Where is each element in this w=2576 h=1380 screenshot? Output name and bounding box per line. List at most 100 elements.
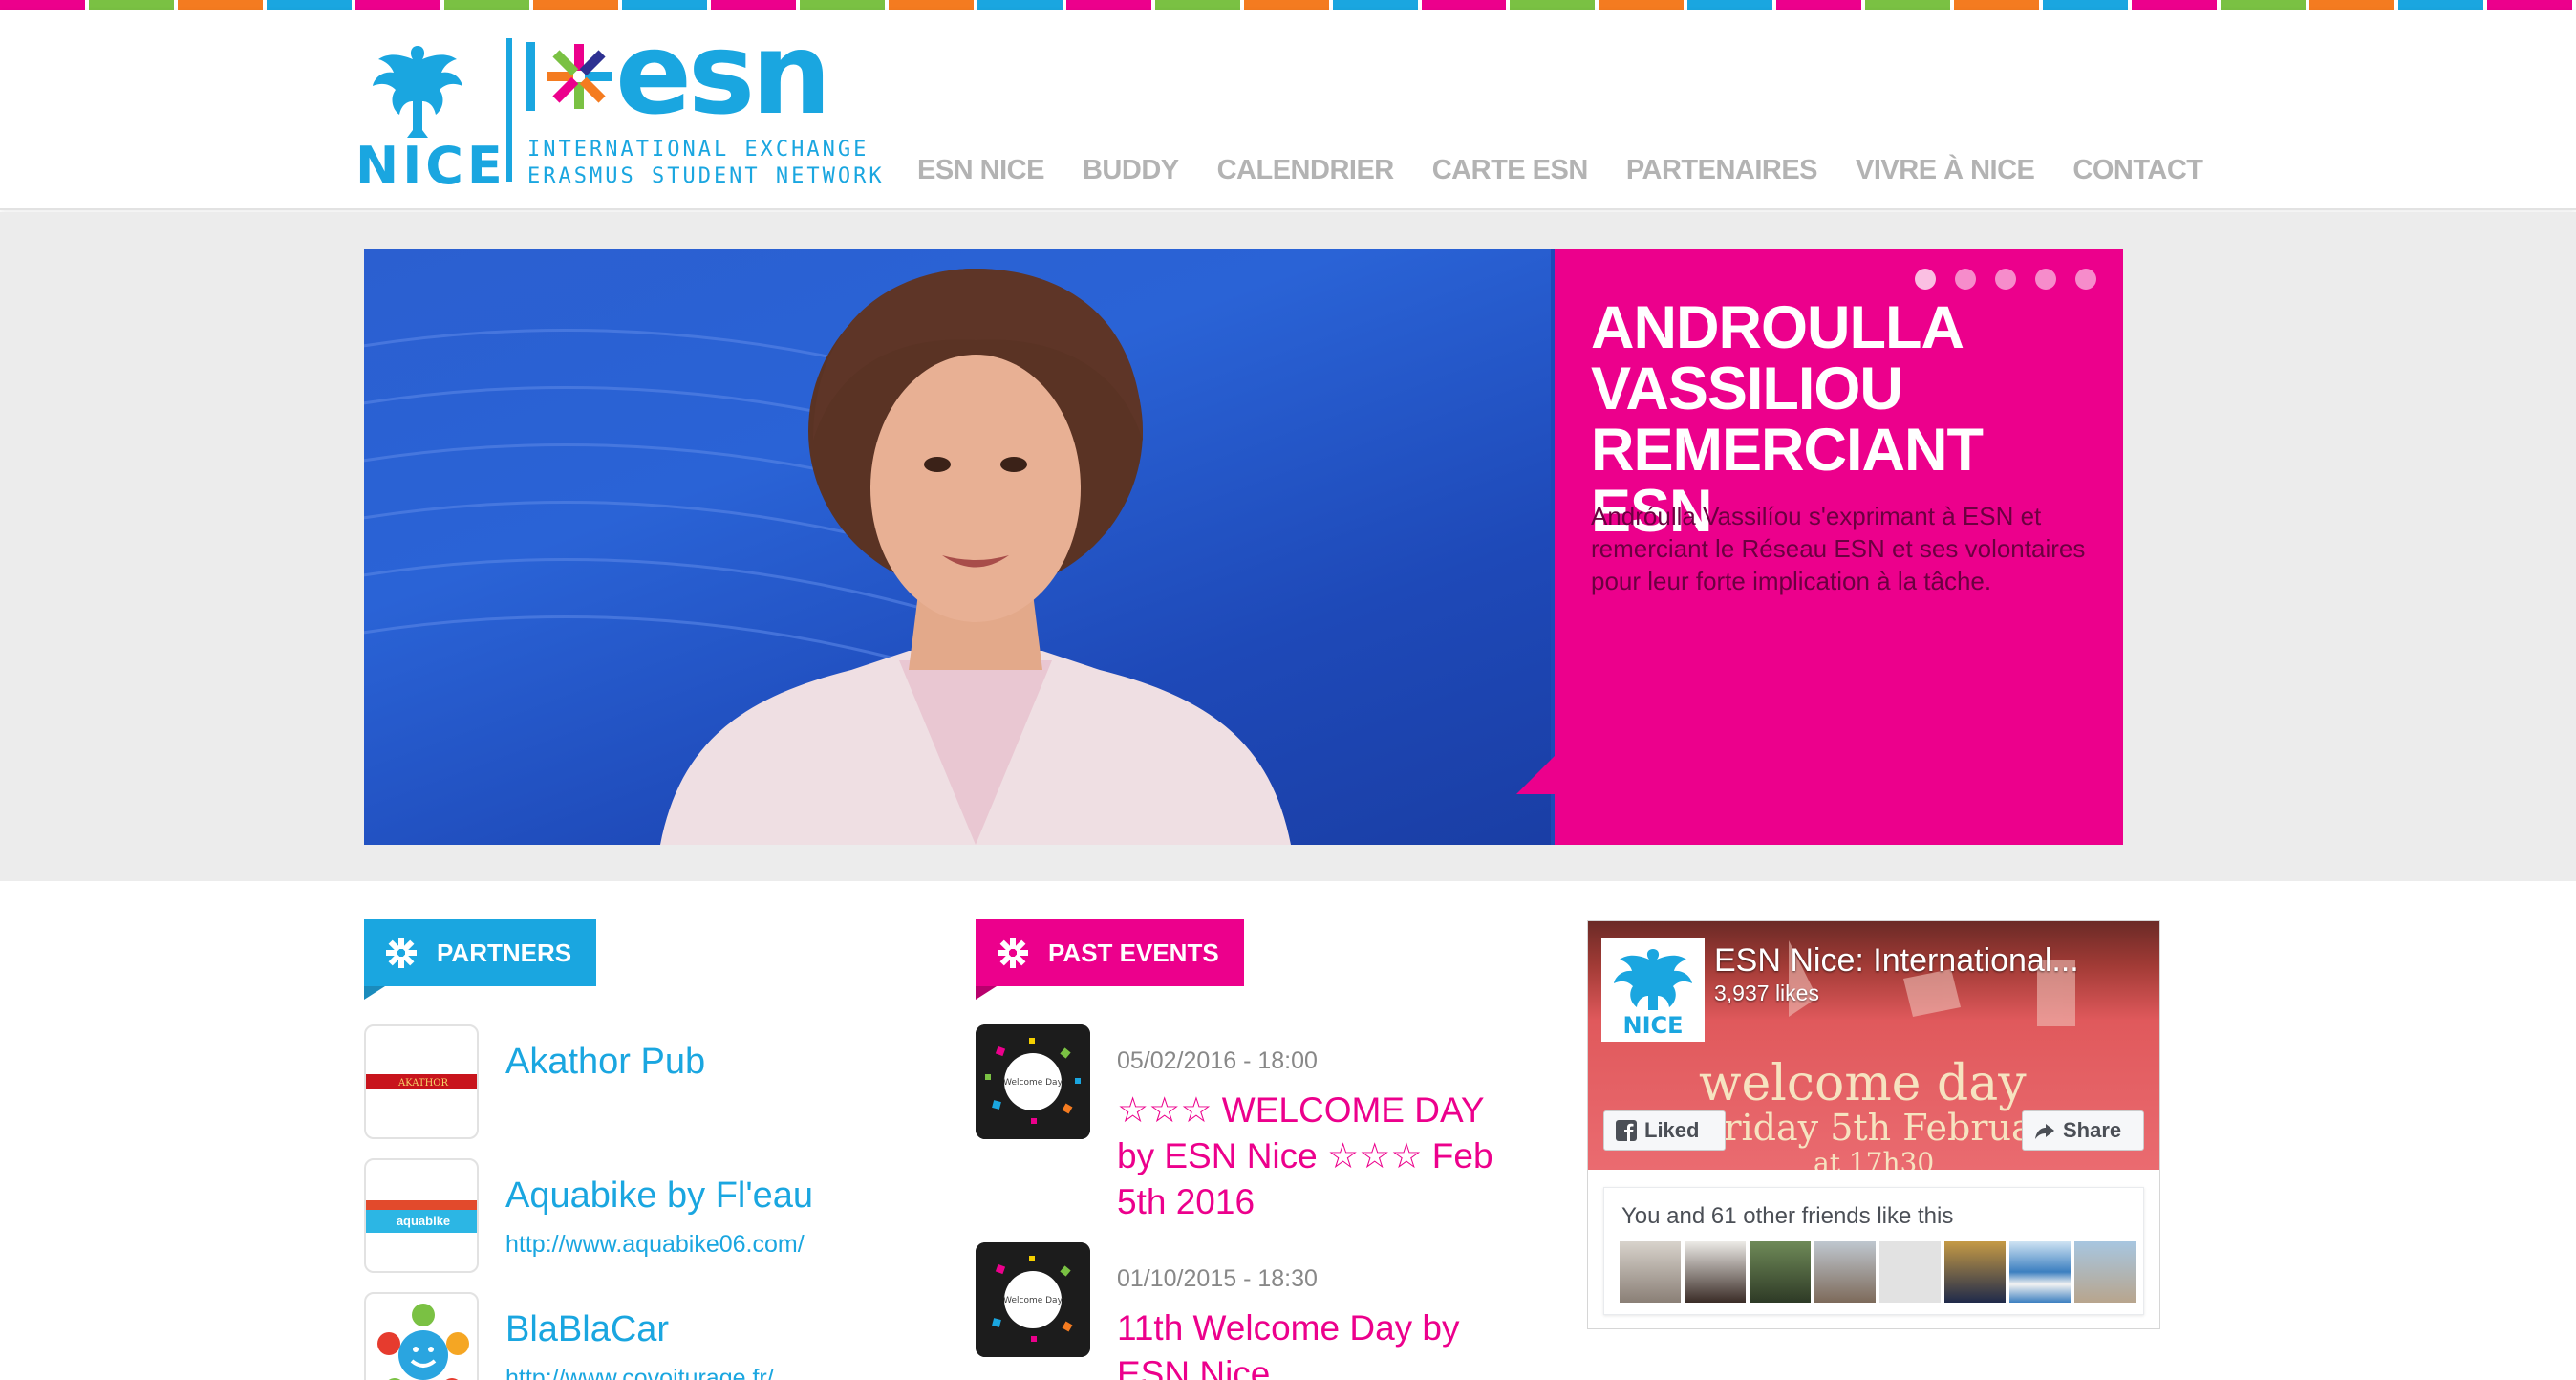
share-label: Share [2063, 1118, 2122, 1142]
slider-dot-3[interactable] [1995, 269, 2016, 290]
cover-text-line-1: welcome day [1699, 1055, 2027, 1112]
esn-star-icon [526, 42, 612, 111]
partner-logo[interactable] [364, 1292, 479, 1380]
color-strip-segment [443, 0, 529, 10]
facebook-liked-button[interactable]: Liked [1603, 1110, 1726, 1151]
color-strip-segment [2309, 0, 2395, 10]
panel-notch [1516, 756, 1555, 794]
color-strip-segment [1154, 0, 1240, 10]
partner-name[interactable]: BlaBlaCar [505, 1309, 669, 1350]
hero-description: Andróulla Vassilíou s'exprimant à ESN et… [1591, 502, 2086, 595]
partner-item[interactable]: AKATHOR Akathor Pub [364, 1024, 937, 1139]
eagle-icon: NICE [1614, 949, 1692, 1039]
event-date: 05/02/2016 - 18:00 [1117, 1047, 1318, 1074]
color-strip-segment [2043, 0, 2129, 10]
speaker-image [660, 269, 1291, 845]
nav-contact[interactable]: CONTACT [2072, 155, 2203, 186]
color-strip-segment [1332, 0, 1418, 10]
color-strip-segment [1865, 0, 1951, 10]
color-strip-segment [0, 0, 85, 10]
friend-avatar[interactable] [1879, 1241, 1941, 1303]
friend-avatar[interactable] [1685, 1241, 1746, 1303]
color-strip-segment [1065, 0, 1151, 10]
event-title[interactable]: 11th Welcome Day by ESN Nice [1117, 1305, 1518, 1380]
event-thumbnail[interactable]: Welcome Day [976, 1242, 1090, 1357]
color-strip-segment [2398, 0, 2484, 10]
facebook-cover-image[interactable]: welcome day Friday 5th Februa at 17h30 N… [1588, 921, 2159, 1170]
friend-avatar[interactable] [1750, 1241, 1811, 1303]
slider-dot-5[interactable] [2075, 269, 2096, 290]
event-title[interactable]: ☆☆☆ WELCOME DAY by ESN Nice ☆☆☆ Feb 5th … [1117, 1088, 1518, 1225]
facebook-page-widget: welcome day Friday 5th Februa at 17h30 N… [1587, 920, 2160, 1329]
friend-avatar[interactable] [1814, 1241, 1876, 1303]
nav-vivre-a-nice[interactable]: VIVRE À NICE [1856, 155, 2035, 186]
liked-label: Liked [1644, 1118, 1700, 1142]
partner-item[interactable]: BlaBlaCar http://www.covoiturage.fr/ [364, 1292, 937, 1380]
past-events-heading-label: PAST EVENTS [1048, 938, 1219, 967]
logo-brand-text: esn [615, 8, 831, 140]
nav-buddy[interactable]: BUDDY [1083, 155, 1179, 186]
logo-tagline-2: ERASMUS STUDENT NETWORK [527, 164, 885, 188]
site-logo[interactable]: NICE esn INTERNATIONAL EXCHANGE ERASMUS … [355, 17, 882, 196]
eagle-icon [373, 46, 462, 138]
color-strip-segment [177, 0, 263, 10]
slider-dot-2[interactable] [1955, 269, 1976, 290]
color-strip-segment [354, 0, 440, 10]
facebook-page-name[interactable]: ESN Nice: International... [1714, 942, 2079, 980]
color-strip-segment [1776, 0, 1862, 10]
akathor-logo-icon: AKATHOR [366, 1074, 477, 1089]
color-strip-segment [2487, 0, 2573, 10]
logo-city-text: NICE [355, 136, 506, 196]
color-strip-segment [1954, 0, 2040, 10]
poster-text: Welcome Day [1003, 1296, 1063, 1305]
aquabike-logo-text: aquabike [397, 1214, 450, 1228]
partners-heading-label: PARTNERS [437, 938, 572, 967]
event-date: 01/10/2015 - 18:30 [1117, 1265, 1318, 1292]
welcome-day-poster-icon: Welcome Day [976, 1024, 1090, 1139]
logo-divider [506, 38, 512, 182]
facebook-page-avatar[interactable]: NICE [1601, 938, 1705, 1042]
star-icon [386, 938, 417, 968]
slider-dot-1[interactable] [1915, 269, 1936, 290]
star-icon [998, 938, 1028, 968]
avatar-text: NICE [1622, 1012, 1683, 1039]
nav-carte-esn[interactable]: CARTE ESN [1432, 155, 1589, 186]
welcome-day-poster-icon: Welcome Day [976, 1242, 1090, 1357]
slider-dot-4[interactable] [2035, 269, 2056, 290]
partners-heading: PARTNERS [364, 919, 597, 1000]
hero-slider: ANDROULLA VASSILIOU REMERCIANT ESN Andró… [364, 249, 2123, 845]
partner-name[interactable]: Aquabike by Fl'eau [505, 1175, 813, 1217]
color-strip-segment [977, 0, 1063, 10]
facebook-share-button[interactable]: Share [2022, 1110, 2144, 1151]
partner-item[interactable]: aquabike Aquabike by Fl'eau http://www.a… [364, 1158, 937, 1273]
friend-avatars [1620, 1241, 2136, 1303]
event-thumbnail[interactable]: Welcome Day [976, 1024, 1090, 1139]
color-strip-segment [1243, 0, 1329, 10]
facebook-friends-box: You and 61 other friends like this [1603, 1187, 2144, 1315]
nav-partenaires[interactable]: PARTENAIRES [1626, 155, 1818, 186]
partner-name[interactable]: Akathor Pub [505, 1042, 705, 1083]
blablacar-logo-icon [377, 1304, 469, 1380]
logo-tagline-1: INTERNATIONAL EXCHANGE [527, 138, 869, 162]
friend-avatar[interactable] [2074, 1241, 2136, 1303]
partner-url[interactable]: http://www.covoiturage.fr/ [505, 1365, 774, 1380]
nav-calendrier[interactable]: CALENDRIER [1217, 155, 1395, 186]
main-nav: ESN NICE BUDDY CALENDRIER CARTE ESN PART… [917, 155, 2203, 186]
color-strip-segment [266, 0, 352, 10]
partner-url[interactable]: http://www.aquabike06.com/ [505, 1231, 805, 1259]
hero-video-image[interactable] [364, 249, 1551, 845]
friend-avatar[interactable] [2009, 1241, 2071, 1303]
nav-esn-nice[interactable]: ESN NICE [917, 155, 1044, 186]
color-strip-segment [2221, 0, 2307, 10]
slider-dots [1915, 269, 2096, 290]
friend-avatar[interactable] [1620, 1241, 1681, 1303]
poster-text: Welcome Day [1003, 1078, 1063, 1088]
color-strip-segment [88, 0, 174, 10]
partner-logo[interactable]: AKATHOR [364, 1024, 479, 1139]
share-arrow-icon [2035, 1124, 2054, 1139]
partner-logo[interactable]: aquabike [364, 1158, 479, 1273]
color-strip-segment [888, 0, 974, 10]
friend-avatar[interactable] [1944, 1241, 2006, 1303]
hero-caption-panel: ANDROULLA VASSILIOU REMERCIANT ESN Andró… [1516, 249, 2123, 845]
color-strip-segment [1599, 0, 1685, 10]
